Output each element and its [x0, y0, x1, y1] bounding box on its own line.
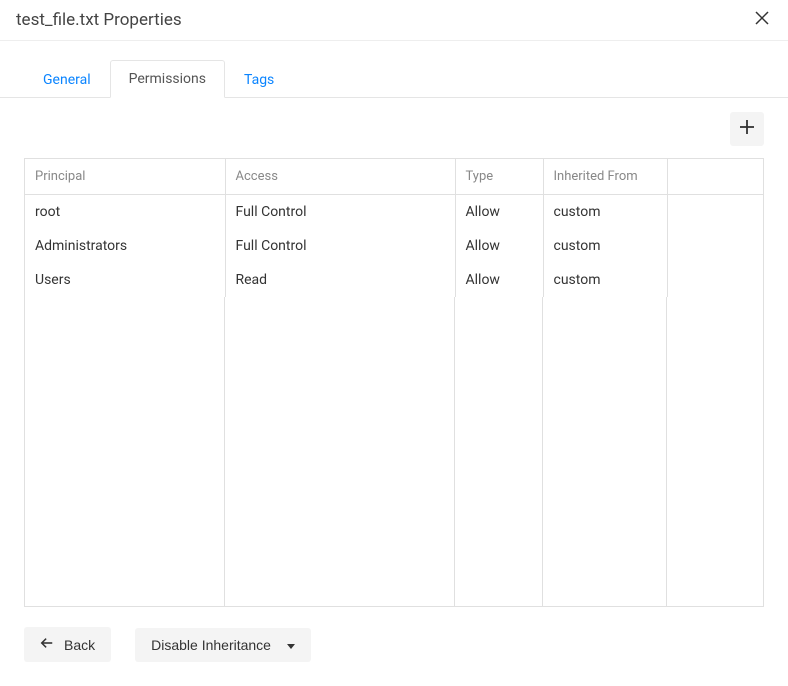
cell-principal: root	[25, 195, 225, 230]
cell-access: Full Control	[225, 195, 455, 230]
tab-label: General	[43, 72, 91, 88]
col-access-header[interactable]: Access	[225, 159, 455, 195]
cell-type: Allow	[455, 195, 543, 230]
col-inherited-header[interactable]: Inherited From	[543, 159, 667, 195]
col-principal-header[interactable]: Principal	[25, 159, 225, 195]
cell-principal: Administrators	[25, 229, 225, 263]
tab-label: Permissions	[129, 71, 206, 87]
cell-actions	[667, 263, 763, 297]
cell-principal: Users	[25, 263, 225, 297]
arrow-left-icon	[40, 636, 54, 653]
caret-down-icon	[287, 637, 295, 653]
permissions-table: Principal Access Type Inherited From roo…	[24, 158, 764, 607]
disable-inheritance-button[interactable]: Disable Inheritance	[135, 628, 311, 662]
table-row[interactable]: Users Read Allow custom	[25, 263, 763, 297]
table-row[interactable]: root Full Control Allow custom	[25, 195, 763, 230]
dialog-header: test_file.txt Properties	[0, 0, 788, 41]
cell-actions	[667, 229, 763, 263]
cell-access: Read	[225, 263, 455, 297]
cell-type: Allow	[455, 229, 543, 263]
table-row[interactable]: Administrators Full Control Allow custom	[25, 229, 763, 263]
cell-actions	[667, 195, 763, 230]
properties-dialog: test_file.txt Properties General Permiss…	[0, 0, 788, 686]
dialog-footer: Back Disable Inheritance	[0, 607, 788, 686]
plus-icon	[739, 119, 755, 139]
disable-inheritance-label: Disable Inheritance	[151, 637, 271, 653]
close-icon	[755, 11, 769, 29]
tab-general[interactable]: General	[24, 61, 110, 98]
col-actions-header	[667, 159, 763, 195]
permissions-toolbar	[0, 98, 788, 150]
tab-permissions[interactable]: Permissions	[110, 60, 225, 98]
tab-bar: General Permissions Tags	[0, 41, 788, 98]
add-permission-button[interactable]	[730, 112, 764, 146]
table-empty-area	[25, 297, 763, 606]
col-type-header[interactable]: Type	[455, 159, 543, 195]
back-button[interactable]: Back	[24, 627, 111, 662]
table-header-row: Principal Access Type Inherited From	[25, 159, 763, 195]
cell-access: Full Control	[225, 229, 455, 263]
cell-inherited: custom	[543, 195, 667, 230]
cell-inherited: custom	[543, 229, 667, 263]
close-button[interactable]	[752, 10, 772, 30]
cell-type: Allow	[455, 263, 543, 297]
back-button-label: Back	[64, 637, 95, 653]
tab-tags[interactable]: Tags	[225, 61, 293, 98]
tab-label: Tags	[244, 72, 274, 88]
cell-inherited: custom	[543, 263, 667, 297]
dialog-title: test_file.txt Properties	[16, 10, 182, 30]
